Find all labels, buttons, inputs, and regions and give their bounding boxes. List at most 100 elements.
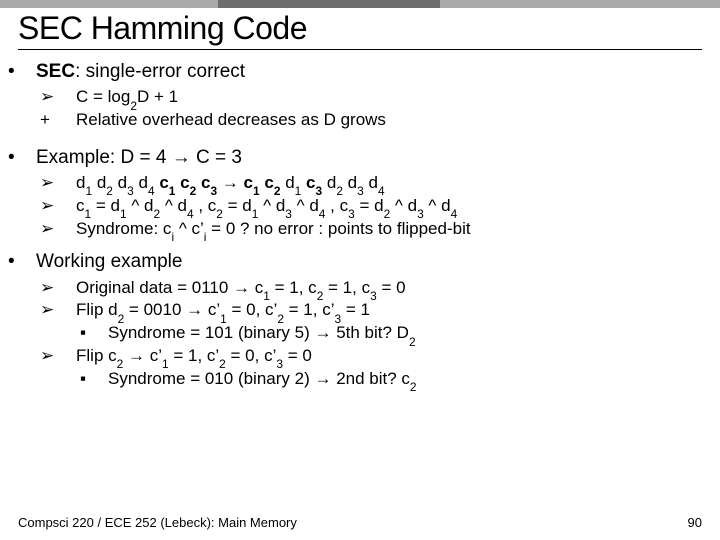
s: 3 bbox=[315, 184, 322, 198]
d: d bbox=[97, 173, 106, 192]
s: 3 bbox=[348, 207, 355, 221]
t: = 1, c bbox=[270, 278, 317, 297]
triangle-icon: ➢ bbox=[58, 86, 76, 108]
t: Original data = 0110 bbox=[76, 278, 233, 297]
spacer bbox=[18, 132, 702, 142]
s: 4 bbox=[451, 207, 458, 221]
s: 1 bbox=[295, 184, 302, 198]
sec-rest: : single-error correct bbox=[75, 61, 245, 82]
t: = 0 ? no error : points to flipped-bit bbox=[206, 219, 470, 238]
bullet-sec-eq: ➢C = log2D + 1 bbox=[58, 86, 702, 108]
bullet-working: •Working example bbox=[24, 250, 702, 274]
s: 2 bbox=[384, 207, 391, 221]
square-icon: ▪ bbox=[94, 322, 108, 344]
t: Flip c bbox=[76, 346, 117, 365]
arrow-icon: → bbox=[222, 173, 239, 192]
t: ^ c’ bbox=[174, 219, 204, 238]
t: = 0, c’ bbox=[227, 300, 278, 319]
t: , c bbox=[325, 196, 348, 215]
footer-text: Compsci 220 / ECE 252 (Lebeck): Main Mem… bbox=[18, 515, 297, 530]
s: 2 bbox=[190, 184, 197, 198]
triangle-icon: ➢ bbox=[58, 195, 76, 217]
c: c bbox=[264, 173, 273, 192]
d: d bbox=[327, 173, 336, 192]
arrow-icon: → bbox=[186, 300, 203, 319]
s: i bbox=[171, 230, 174, 244]
d: d bbox=[118, 173, 127, 192]
spacer bbox=[18, 240, 702, 246]
s: 2 bbox=[153, 207, 160, 221]
d: d bbox=[285, 173, 294, 192]
triangle-icon: ➢ bbox=[58, 218, 76, 240]
s: 2 bbox=[317, 289, 324, 303]
bullet-sec: •SEC: single-error correct bbox=[24, 60, 702, 84]
s: 1 bbox=[85, 184, 92, 198]
bullet-example: •Example: D = 4 → C = 3 bbox=[24, 146, 702, 170]
s: 2 bbox=[106, 184, 113, 198]
s: 2 bbox=[277, 312, 284, 326]
triangle-icon: ➢ bbox=[58, 299, 76, 321]
s: 4 bbox=[187, 207, 194, 221]
plus-text: Relative overhead decreases as D grows bbox=[76, 110, 386, 129]
t: = 0 bbox=[377, 278, 406, 297]
s: 3 bbox=[127, 184, 134, 198]
t: ^ d bbox=[390, 196, 417, 215]
t: Syndrome = 010 (binary 2) bbox=[108, 369, 314, 388]
t: Syndrome = 101 (binary 5) bbox=[108, 323, 314, 342]
s: 1 bbox=[263, 289, 270, 303]
bullet-sec-plus: + Relative overhead decreases as D grows bbox=[58, 109, 702, 131]
s: 3 bbox=[210, 184, 217, 198]
s: 1 bbox=[220, 312, 227, 326]
triangle-icon: ➢ bbox=[58, 172, 76, 194]
t: = 0, c’ bbox=[226, 346, 277, 365]
t: c’ bbox=[145, 346, 162, 365]
bullet-flip-c2: ➢Flip c2 → c’1 = 1, c’2 = 0, c’3 = 0 bbox=[58, 345, 702, 367]
t: = 1, c’ bbox=[284, 300, 335, 319]
s: 2 bbox=[274, 184, 281, 198]
s: 4 bbox=[378, 184, 385, 198]
s: 2 bbox=[117, 357, 124, 371]
t: = d bbox=[355, 196, 384, 215]
s: 2 bbox=[219, 357, 226, 371]
t: 2nd bit? c bbox=[331, 369, 409, 388]
work-heading: Working example bbox=[36, 251, 182, 272]
eq-sub: 2 bbox=[130, 99, 137, 113]
t: ^ d bbox=[424, 196, 451, 215]
t: Syndrome: c bbox=[76, 219, 171, 238]
bullet-bit-sequence: ➢d1 d2 d3 d4 c1 c2 c3 → c1 c2 d1 c3 d2 d… bbox=[58, 172, 702, 194]
s: 3 bbox=[335, 312, 342, 326]
s: 2 bbox=[118, 312, 125, 326]
t: Flip d bbox=[76, 300, 118, 319]
s: 3 bbox=[357, 184, 364, 198]
t: 5th bit? D bbox=[331, 323, 409, 342]
s: 3 bbox=[285, 207, 292, 221]
s: 4 bbox=[148, 184, 155, 198]
s: 2 bbox=[410, 380, 417, 394]
slide: SEC Hamming Code •SEC: single-error corr… bbox=[0, 0, 720, 540]
c: c bbox=[180, 173, 189, 192]
dot-icon: • bbox=[22, 60, 36, 84]
t: c bbox=[250, 278, 263, 297]
eq-a: C = log bbox=[76, 87, 130, 106]
arrow-icon: → bbox=[233, 278, 250, 297]
plus-icon: + bbox=[58, 109, 76, 131]
s: 1 bbox=[85, 207, 92, 221]
s: 2 bbox=[409, 335, 416, 349]
eq-b: D + 1 bbox=[137, 87, 178, 106]
c: c bbox=[159, 173, 168, 192]
bullet-syn1: ▪Syndrome = 101 (binary 5) → 5th bit? D2 bbox=[94, 322, 702, 344]
t: c bbox=[76, 196, 85, 215]
s: 1 bbox=[120, 207, 127, 221]
bullet-c-equations: ➢c1 = d1 ^ d2 ^ d4 , c2 = d1 ^ d3 ^ d4 ,… bbox=[58, 195, 702, 217]
t: = d bbox=[223, 196, 252, 215]
footer: Compsci 220 / ECE 252 (Lebeck): Main Mem… bbox=[18, 515, 702, 530]
arrow-icon: → bbox=[314, 369, 331, 388]
arrow-icon: → bbox=[314, 323, 331, 342]
t: ^ d bbox=[160, 196, 187, 215]
dot-icon: • bbox=[22, 146, 36, 170]
t: ^ d bbox=[258, 196, 285, 215]
t: = 1, c bbox=[323, 278, 370, 297]
page-number: 90 bbox=[688, 515, 702, 530]
s: 1 bbox=[252, 207, 259, 221]
t: = 1, c’ bbox=[169, 346, 220, 365]
